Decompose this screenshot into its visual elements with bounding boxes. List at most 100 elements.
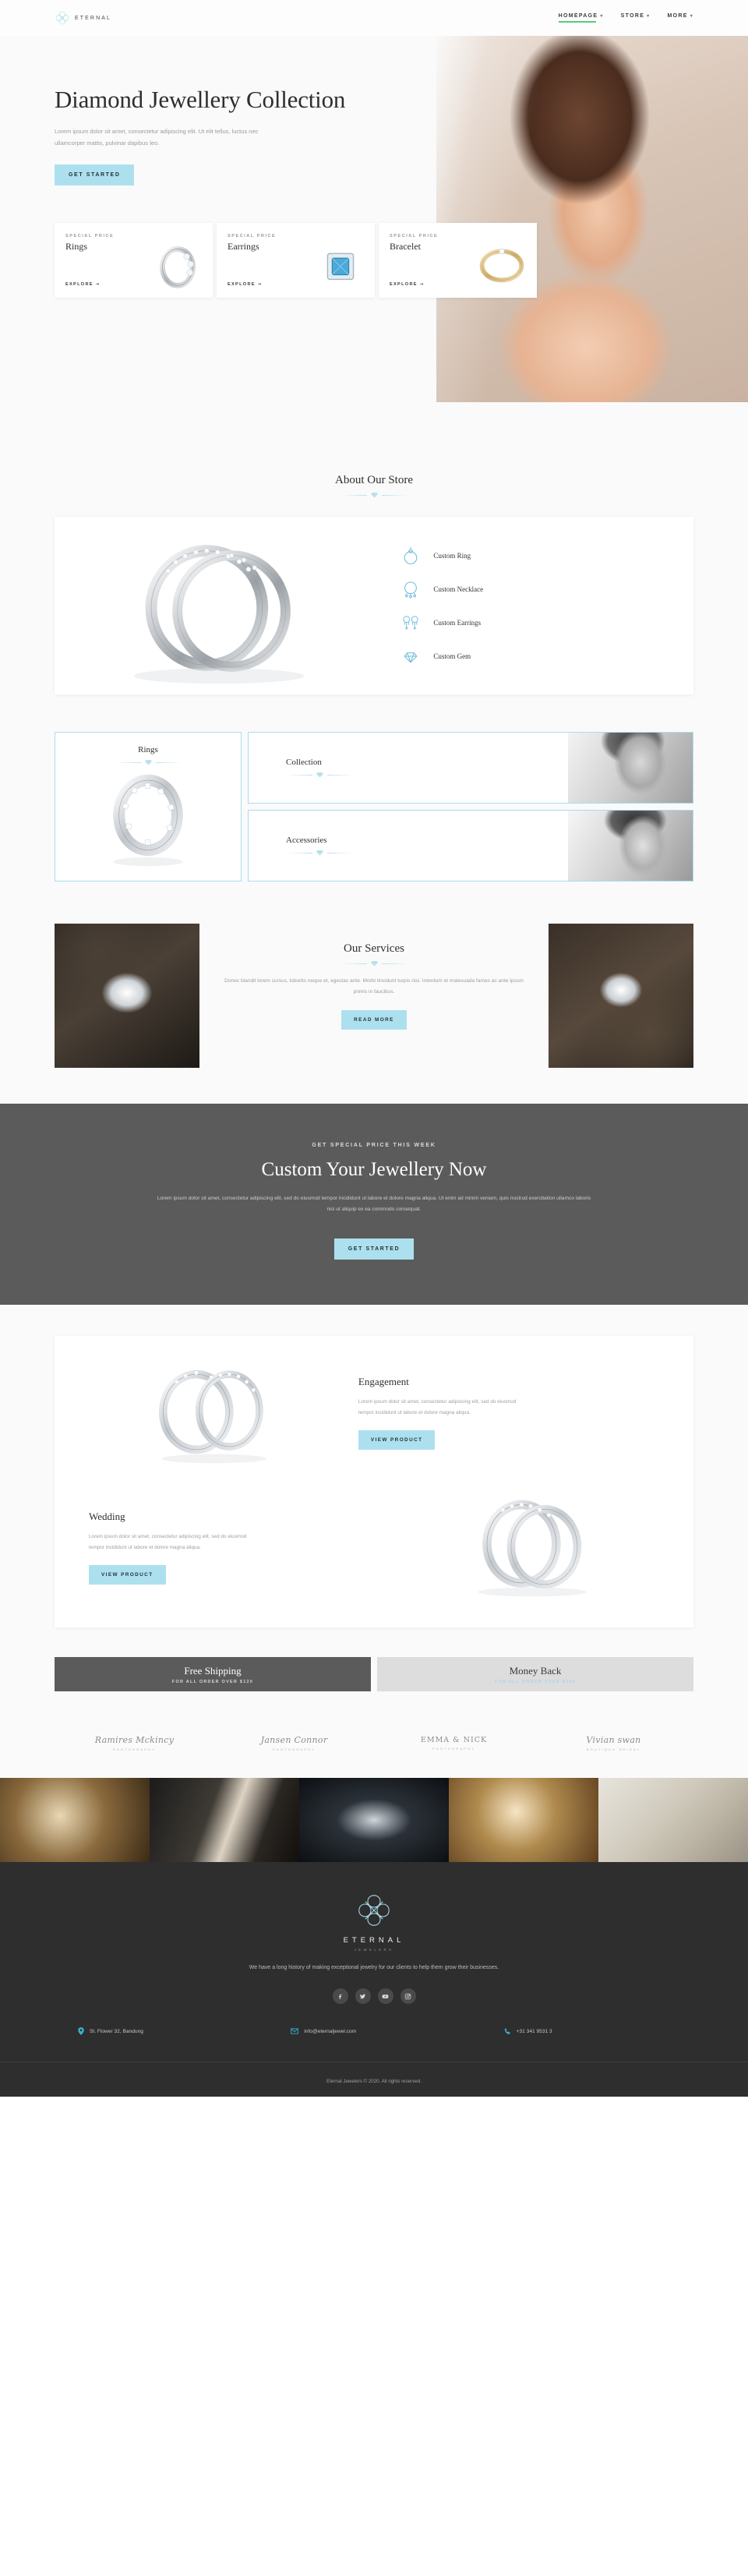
instagram-icon[interactable]: [400, 1988, 416, 2005]
category-rows: Collection Accessories: [248, 732, 693, 882]
nav-item-label: HOMEPAGE: [558, 13, 598, 19]
divider-line-right: [327, 774, 354, 776]
card-explore-link[interactable]: EXPLORE ➝: [65, 282, 101, 287]
diamond-icon: [370, 961, 378, 966]
contact-address[interactable]: St. Flower 32, Bandung: [55, 2027, 267, 2036]
gallery-image-5[interactable]: [598, 1778, 748, 1863]
custom-gem-icon: [400, 646, 421, 666]
about-section: About Our Store Custom Ring Custom Neckl…: [0, 441, 748, 724]
site-header: ETERNAL HOMEPAGE ▾ STORE ▾ MORE ▾: [0, 0, 748, 36]
custom-earrings-icon: [400, 613, 421, 633]
banner-title: Free Shipping: [184, 1664, 242, 1677]
wedding-view-product-button[interactable]: VIEW PRODUCT: [89, 1565, 166, 1585]
footer-contact-row: St. Flower 32, Bandung info@eternaljewel…: [55, 2027, 693, 2062]
hero-section: Diamond Jewellery Collection Lorem ipsum…: [0, 36, 748, 441]
footer-copyright-bar: Eternal Jewelers © 2020. All rights rese…: [0, 2062, 748, 2097]
product-card-bracelet[interactable]: SPECIAL PRICE Bracelet EXPLORE ➝: [379, 223, 537, 299]
engagement-copy: Engagement Lorem ipsum dolor sit amet, c…: [351, 1376, 667, 1451]
partner-subtitle: PHOTOGRAPHY: [432, 1747, 476, 1751]
banner-money-back[interactable]: Money Back FOR ALL ORDER OVER $120: [377, 1657, 693, 1692]
footer-description: We have a long history of making excepti…: [249, 1965, 499, 1971]
partner-logo-vivian-swan[interactable]: Vivian swan BOUTIQUE BRIDAL: [534, 1735, 693, 1751]
youtube-icon[interactable]: [377, 1988, 393, 2005]
product-card-rings[interactable]: SPECIAL PRICE Rings EXPLORE ➝: [55, 223, 213, 299]
divider-line-left: [340, 963, 367, 964]
location-pin-icon: [78, 2027, 84, 2036]
contact-phone[interactable]: +31 341 9531 3: [481, 2027, 693, 2035]
cta-kicker: GET SPECIAL PRICE THIS WEEK: [312, 1143, 436, 1148]
chevron-down-icon: ▾: [647, 14, 651, 19]
hero-title: Diamond Jewellery Collection: [55, 86, 346, 113]
contact-email[interactable]: info@eternaljewel.com: [267, 2027, 480, 2035]
services-description: Donec blandit lorem cursus, lobortis neq…: [224, 978, 524, 995]
footer-brand-subtitle: JEWELERS: [354, 1948, 394, 1952]
accessories-model-photo: [568, 811, 693, 881]
brand-logo[interactable]: ETERNAL: [55, 10, 111, 26]
feature-item-custom-earrings[interactable]: Custom Earrings: [400, 606, 693, 639]
category-title: Accessories: [286, 836, 327, 845]
partners-wrapper: Ramires Mckincy PHOTOGRAPHY Jansen Conno…: [0, 1721, 748, 1779]
earring-icon: [309, 232, 370, 293]
partner-logo-emma-and-nick[interactable]: EMMA & NICK PHOTOGRAPHY: [374, 1736, 534, 1751]
diamond-icon: [144, 760, 152, 765]
facebook-icon[interactable]: [332, 1988, 348, 2005]
feature-item-custom-necklace[interactable]: Custom Necklace: [400, 572, 693, 606]
wedding-rings-photo: [397, 1491, 667, 1604]
nav-item-label: STORE: [620, 13, 645, 19]
services-read-more-button[interactable]: READ MORE: [341, 1009, 407, 1030]
feature-label: Custom Gem: [433, 652, 471, 660]
card-explore-link[interactable]: EXPLORE ➝: [228, 282, 263, 287]
partner-logo-jansen-connor[interactable]: Jansen Connor PHOTOGRAPHY: [214, 1735, 374, 1751]
hero-get-started-button[interactable]: GET STARTED: [55, 164, 135, 186]
product-row-wedding: Wedding Lorem ipsum dolor sit amet, cons…: [81, 1491, 667, 1604]
partner-name: EMMA & NICK: [420, 1736, 488, 1745]
about-feature-list: Custom Ring Custom Necklace Custom Earri…: [386, 539, 693, 673]
special-price-cards: SPECIAL PRICE Rings EXPLORE ➝ SPECIAL PR…: [55, 223, 693, 299]
cta-section: GET SPECIAL PRICE THIS WEEK Custom Your …: [0, 1104, 748, 1306]
banner-free-shipping[interactable]: Free Shipping FOR ALL ORDER OVER $120: [55, 1657, 371, 1692]
section-divider: [220, 960, 528, 966]
nav-item-more[interactable]: MORE ▾: [667, 13, 693, 23]
category-card-collection[interactable]: Collection: [248, 732, 693, 804]
divider-line-left: [340, 494, 367, 496]
ring-icon: [147, 232, 208, 293]
gallery-image-3[interactable]: [299, 1778, 449, 1863]
diamond-icon: [370, 493, 378, 498]
category-card-rings[interactable]: Rings: [55, 732, 242, 882]
chevron-down-icon: ▾: [600, 14, 604, 19]
feature-label: Custom Ring: [433, 551, 471, 560]
footer-logo-icon: [355, 1892, 393, 1929]
site-footer: ETERNAL JEWELERS We have a long history …: [0, 1862, 748, 2097]
feature-label: Custom Necklace: [433, 585, 484, 593]
partner-subtitle: BOUTIQUE BRIDAL: [586, 1747, 641, 1752]
partner-logo-ramires-mckincy[interactable]: Ramires Mckincy PHOTOGRAPHY: [55, 1735, 214, 1751]
bracelet-icon: [471, 232, 532, 293]
feature-item-custom-gem[interactable]: Custom Gem: [400, 639, 693, 673]
about-title: About Our Store: [335, 474, 413, 486]
category-card-accessories[interactable]: Accessories: [248, 810, 693, 882]
twitter-icon[interactable]: [355, 1988, 371, 2005]
brand-name: ETERNAL: [75, 15, 111, 21]
nav-item-homepage[interactable]: HOMEPAGE ▾: [558, 13, 604, 23]
partner-name: Ramires Mckincy: [94, 1735, 175, 1746]
product-title: Engagement: [358, 1376, 409, 1388]
benefit-banners: Free Shipping FOR ALL ORDER OVER $120 Mo…: [55, 1654, 693, 1722]
feature-item-custom-ring[interactable]: Custom Ring: [400, 539, 693, 572]
gallery-image-4[interactable]: [449, 1778, 598, 1863]
footer-brand-name: ETERNAL: [343, 1936, 405, 1945]
gallery-image-2[interactable]: [150, 1778, 299, 1863]
custom-ring-icon: [400, 546, 421, 566]
partner-name: Jansen Connor: [260, 1735, 328, 1746]
partner-subtitle: PHOTOGRAPHY: [272, 1747, 316, 1752]
about-rings-photo: [55, 517, 386, 694]
product-card-earrings[interactable]: SPECIAL PRICE Earrings EXPLORE ➝: [217, 223, 375, 299]
hero-description: Lorem ipsum dolor sit amet, consectetur …: [55, 128, 259, 147]
engagement-view-product-button[interactable]: VIEW PRODUCT: [358, 1430, 436, 1451]
gallery-image-1[interactable]: [0, 1778, 150, 1863]
chevron-down-icon: ▾: [690, 14, 693, 19]
partner-subtitle: PHOTOGRAPHY: [112, 1747, 157, 1752]
card-explore-link[interactable]: EXPLORE ➝: [390, 282, 425, 287]
nav-item-store[interactable]: STORE ▾: [621, 13, 651, 23]
divider-line-left: [114, 761, 141, 763]
cta-get-started-button[interactable]: GET STARTED: [333, 1239, 415, 1260]
